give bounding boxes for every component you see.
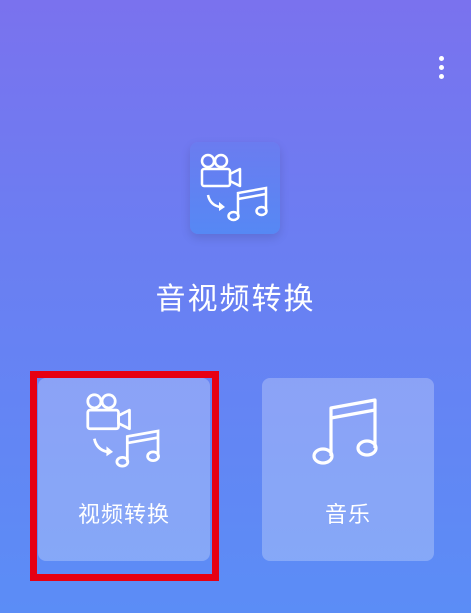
app-screen: 音视频转换 视频转换 音乐: [0, 0, 471, 613]
music-note-icon: [312, 398, 378, 465]
music-label: 音乐: [324, 503, 371, 528]
more-vertical-icon: [438, 55, 444, 61]
more-menu-button[interactable]: [426, 50, 456, 84]
video-to-music-icon: [200, 153, 268, 222]
app-title: 音视频转换: [155, 282, 316, 317]
video-convert-button[interactable]: 视频转换: [38, 378, 210, 561]
music-button[interactable]: 音乐: [262, 378, 434, 561]
app-logo: [190, 142, 280, 234]
video-to-music-icon: [86, 393, 160, 468]
video-convert-label: 视频转换: [77, 503, 170, 528]
